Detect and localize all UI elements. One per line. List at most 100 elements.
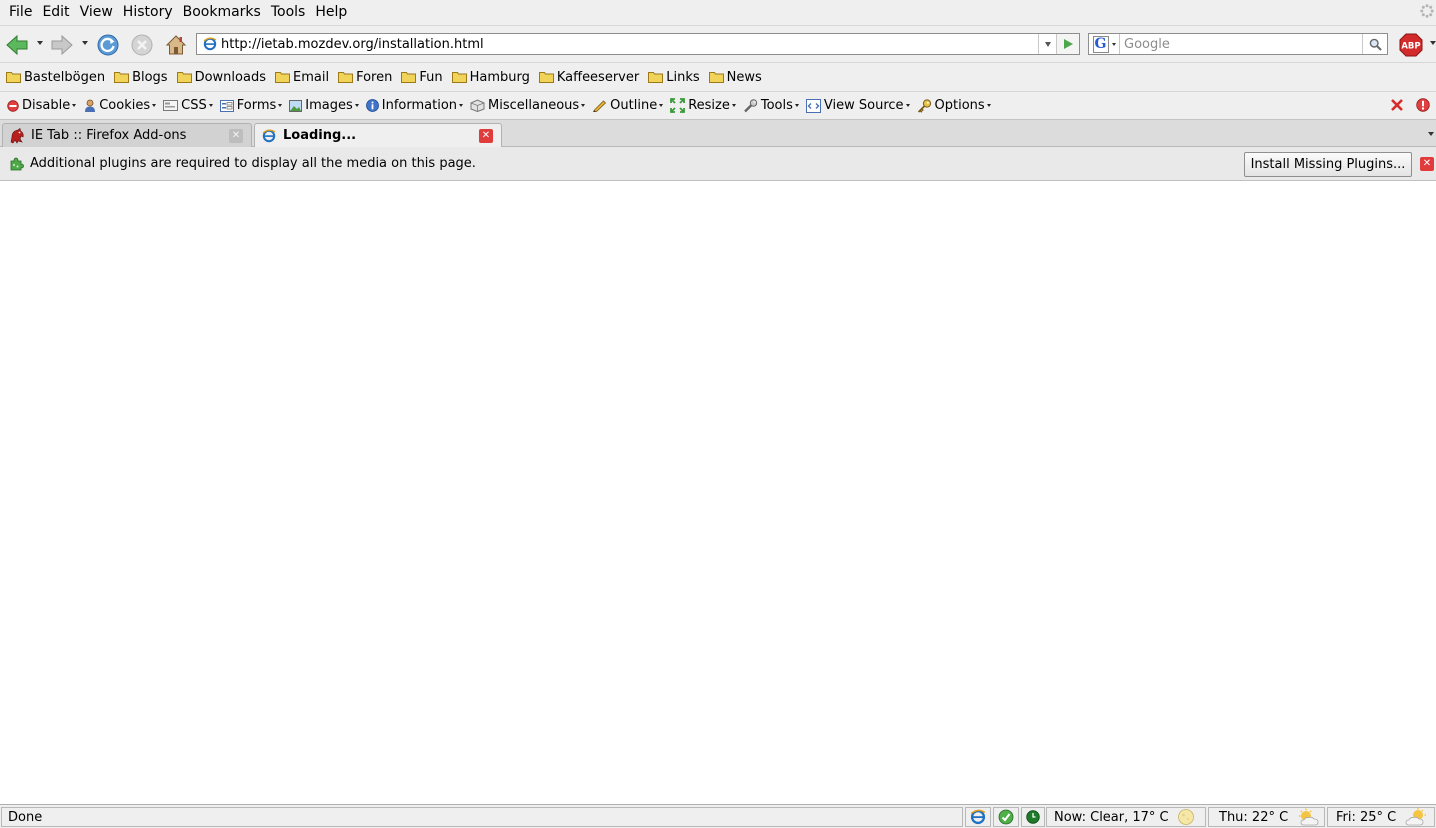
validator-status-button[interactable] [993,807,1019,827]
tab-loading[interactable]: Loading... ✕ [254,123,502,147]
bookmark-folder-fun[interactable]: Fun [401,69,443,85]
weather-forecast-thursday[interactable]: Thu: 22° C [1208,807,1325,827]
page-content-area[interactable] [0,181,1436,804]
bookmark-folder-news[interactable]: News [708,69,762,85]
navigation-toolbar: http://ietab.mozdev.org/installation.htm… [0,25,1436,62]
miscellaneous-icon [470,99,485,112]
list-all-tabs-button[interactable] [1428,132,1434,136]
bookmark-folder-foren[interactable]: Foren [338,70,392,85]
partly-cloudy-icon [1296,808,1322,826]
dev-menu-tools[interactable]: Tools [743,98,799,113]
go-button[interactable] [1056,34,1079,54]
forward-button[interactable] [49,32,75,58]
dev-menu-label: CSS [181,98,207,113]
search-button[interactable] [1362,34,1387,54]
menu-edit[interactable]: Edit [37,0,74,25]
back-button[interactable] [4,32,30,58]
bookmark-label: Fun [419,69,443,85]
folder-icon [6,72,21,83]
dev-menu-cookies[interactable]: Cookies [83,98,157,113]
bookmark-label: Links [666,69,700,85]
tab-ie-tab-firefox-addons[interactable]: IE Tab :: Firefox Add-ons ✕ [2,123,252,147]
web-developer-toolbar: Disable Cookies CSS Forms Images Informa… [0,91,1436,119]
menu-view[interactable]: View [75,0,118,25]
dev-menu-view-source[interactable]: View Source [805,98,910,113]
bookmark-label: Email [292,69,330,85]
weather-now[interactable]: Now: Clear, 17° C [1046,807,1206,827]
dev-menu-images[interactable]: Images [289,98,359,113]
dev-menu-resize[interactable]: Resize [670,98,736,113]
folder-icon [274,72,290,83]
dev-menu-label: Miscellaneous [488,98,580,113]
dev-menu-label: Resize [688,98,730,113]
bookmark-folder-email[interactable]: Email [274,69,330,85]
stop-button[interactable] [129,32,155,58]
dev-menu-options[interactable]: Options [917,98,991,113]
cookies-icon [83,99,96,112]
url-bar[interactable]: http://ietab.mozdev.org/installation.htm… [196,33,1080,55]
bookmark-folder-links[interactable]: Links [648,69,700,85]
bookmark-label: Downloads [194,69,266,85]
dev-menu-outline[interactable]: Outline [592,98,664,113]
tab-title: IE Tab :: Firefox Add-ons [31,128,187,143]
tab-strip: IE Tab :: Firefox Add-ons ✕ Loading... ✕ [0,119,1436,147]
menu-file[interactable]: File [4,0,37,25]
moon-icon [1177,808,1195,826]
bookmark-label: News [726,69,762,85]
dev-menu-label: Outline [610,98,658,113]
weather-fri-text: Fri: 25° C [1336,809,1397,825]
menu-tools[interactable]: Tools [266,0,311,25]
css-icon [163,99,179,112]
bookmark-folder-hamburg[interactable]: Hamburg [451,70,530,85]
bookmark-label: Foren [356,69,393,85]
ie-page-icon [201,35,219,53]
forward-history-dropdown[interactable] [82,41,88,45]
bookmark-folder-kaffeeserver[interactable]: Kaffeeserver [538,70,639,85]
menu-bookmarks[interactable]: Bookmarks [178,0,266,25]
chevron-down-icon [731,104,736,107]
bookmark-folder-blogs[interactable]: Blogs [114,70,168,85]
bookmark-label: Blogs [132,69,168,85]
magnifier-icon [1369,38,1382,51]
search-input[interactable] [1120,35,1362,53]
url-history-dropdown[interactable] [1038,34,1056,54]
dev-menu-miscellaneous[interactable]: Miscellaneous [470,98,586,113]
adblock-plus-button[interactable]: ABP [1398,32,1424,58]
chevron-down-icon [1111,42,1116,46]
status-bar: Done Now: Clear, 17° C Thu: 22° C Fri: 2… [0,804,1436,828]
adblock-dropdown[interactable] [1430,41,1436,45]
ie-tab-toggle-button[interactable] [965,807,991,827]
close-toolbar-button[interactable] [1390,98,1404,116]
reload-button[interactable] [95,32,121,58]
menu-help[interactable]: Help [310,0,352,25]
tab-close-button[interactable]: ✕ [229,128,243,143]
back-history-dropdown[interactable] [37,41,43,45]
search-engine-selector[interactable]: G [1089,34,1120,54]
dev-menu-disable[interactable]: Disable [6,98,77,113]
ie-page-icon [261,128,277,144]
bookmark-folder-bastelboegen[interactable]: Bastelbögen [6,70,105,85]
dev-menu-information[interactable]: Information [365,98,464,113]
chevron-down-icon [459,104,464,107]
chevron-down-icon [72,104,77,107]
timer-status-button[interactable] [1021,807,1045,827]
error-indicator-button[interactable] [1416,98,1430,116]
disable-icon [6,99,19,112]
bookmark-folder-downloads[interactable]: Downloads [176,69,266,85]
dev-menu-forms[interactable]: Forms [219,98,283,113]
close-icon [1391,99,1403,111]
tab-close-button[interactable]: ✕ [479,128,493,143]
plugin-puzzle-icon [8,156,24,172]
home-button[interactable] [163,32,189,58]
menu-history[interactable]: History [118,0,178,25]
folder-icon [708,72,724,83]
dev-menu-css[interactable]: CSS [163,98,213,113]
chevron-down-icon [986,104,991,107]
weather-forecast-friday[interactable]: Fri: 25° C [1327,807,1435,827]
notification-close-button[interactable]: ✕ [1420,157,1434,171]
chevron-down-icon [659,104,664,107]
weather-now-text: Now: Clear, 17° C [1054,809,1169,825]
search-bar[interactable]: G [1088,33,1388,55]
url-text[interactable]: http://ietab.mozdev.org/installation.htm… [221,37,1038,52]
install-missing-plugins-button[interactable]: Install Missing Plugins... [1244,152,1412,177]
